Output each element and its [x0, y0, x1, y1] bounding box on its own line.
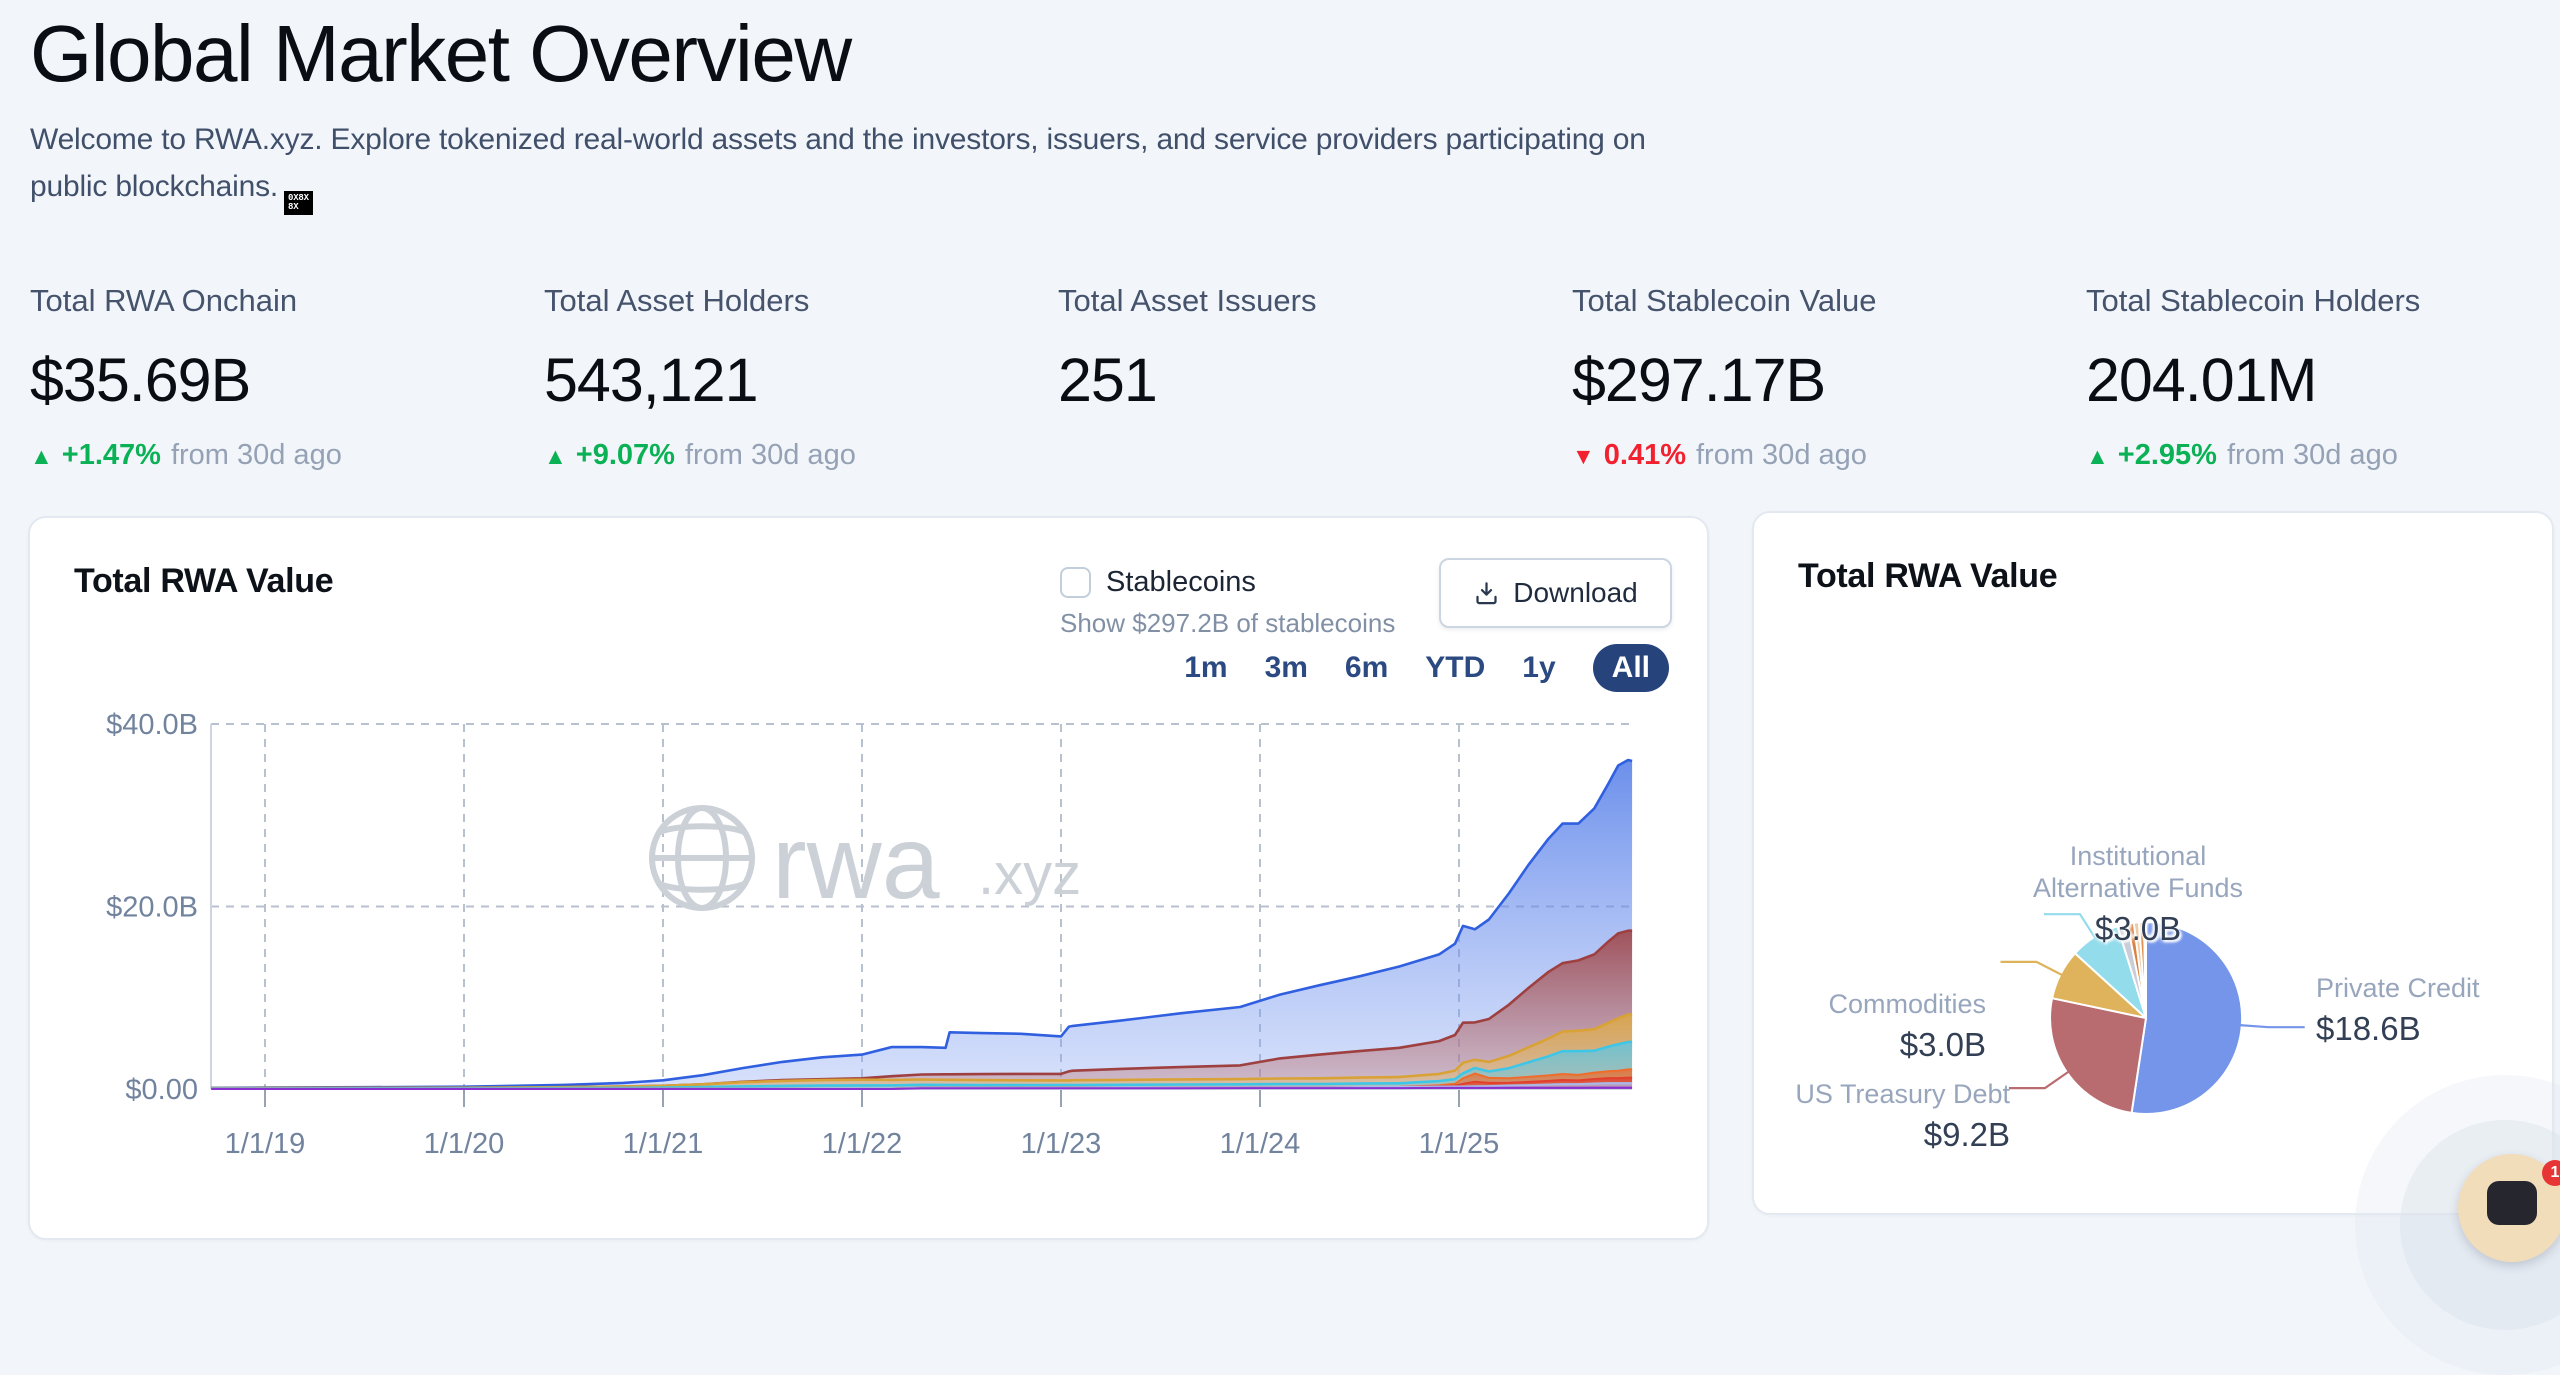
- missing-glyph-icon: 0X8X8X: [284, 191, 313, 215]
- svg-text:$40.0B: $40.0B: [106, 709, 198, 741]
- stat-total-asset-holders: Total Asset Holders 543,121 ▲+9.07%from …: [544, 283, 1058, 472]
- stablecoins-checkbox-label[interactable]: Stablecoins: [1106, 566, 1256, 599]
- svg-text:1/1/24: 1/1/24: [1220, 1128, 1301, 1160]
- stat-label: Total Stablecoin Holders: [2086, 283, 2560, 319]
- rwa-xyz-watermark: rwa .xyz: [652, 805, 1081, 921]
- svg-text:1/1/20: 1/1/20: [424, 1128, 505, 1160]
- stat-label: Total Stablecoin Value: [1572, 283, 2086, 319]
- stats-row: Total RWA Onchain $35.69B ▲+1.47%from 30…: [30, 283, 2560, 472]
- pie-label-private-credit: Private Credit $18.6B: [2316, 973, 2480, 1049]
- stat-delta: ▼0.41%from 30d ago: [1572, 439, 2086, 472]
- stablecoins-toggle: Stablecoins Show $297.2B of stablecoins: [1060, 566, 1395, 639]
- page-subtitle: Welcome to RWA.xyz. Explore tokenized re…: [30, 116, 1646, 215]
- pie-label-institutional-alternative-funds: Institutional Alternative Funds $3.0B: [2024, 841, 2252, 949]
- stat-total-rwa-onchain: Total RWA Onchain $35.69B ▲+1.47%from 30…: [30, 283, 544, 472]
- stat-delta: ▲+2.95%from 30d ago: [2086, 439, 2560, 472]
- area-card-title: Total RWA Value: [74, 562, 333, 601]
- delta-arrow-icon: ▲: [30, 443, 53, 469]
- stat-total-asset-issuers: Total Asset Issuers 251: [1058, 283, 1572, 472]
- stat-label: Total Asset Holders: [544, 283, 1058, 319]
- stat-label: Total Asset Issuers: [1058, 283, 1572, 319]
- svg-text:$20.0B: $20.0B: [106, 892, 198, 924]
- pie-label-commodities: Commodities $3.0B: [1772, 989, 1986, 1065]
- delta-arrow-icon: ▼: [1572, 443, 1595, 469]
- page-subtitle-line2: public blockchains.: [30, 170, 278, 203]
- stat-delta: ▲+9.07%from 30d ago: [544, 439, 1058, 472]
- svg-text:1/1/25: 1/1/25: [1419, 1128, 1500, 1160]
- watermark-word: rwa: [772, 805, 940, 921]
- total-rwa-value-area-card: Total RWA Value Stablecoins Show $297.2B…: [28, 516, 1709, 1240]
- chart-grid: 1/1/19 1/1/20 1/1/21 1/1/22 1/1/23 1/1/24 1/1/…: [106, 709, 1632, 1160]
- chat-icon: [2487, 1181, 2537, 1225]
- stablecoins-sub-label: Show $297.2B of stablecoins: [1060, 608, 1395, 639]
- stat-delta: ▲+1.47%from 30d ago: [30, 439, 544, 472]
- stat-value: 251: [1058, 345, 1572, 415]
- download-button[interactable]: Download: [1439, 558, 1672, 628]
- page-header: Global Market Overview Welcome to RWA.xy…: [30, 8, 1646, 215]
- delta-arrow-icon: ▲: [2086, 443, 2109, 469]
- chat-widget[interactable]: 1: [2350, 1060, 2560, 1200]
- pie-label-us-treasury-debt: US Treasury Debt $9.2B: [1762, 1079, 2010, 1155]
- stat-value: $35.69B: [30, 345, 544, 415]
- page-title: Global Market Overview: [30, 8, 1646, 100]
- stat-total-stablecoin-value: Total Stablecoin Value $297.17B ▼0.41%fr…: [1572, 283, 2086, 472]
- svg-text:1/1/19: 1/1/19: [225, 1128, 306, 1160]
- total-rwa-value-area-chart[interactable]: 1/1/19 1/1/20 1/1/21 1/1/22 1/1/23 1/1/24 1/1/…: [30, 660, 1707, 1205]
- svg-text:1/1/22: 1/1/22: [822, 1128, 903, 1160]
- page-subtitle-line1: Welcome to RWA.xyz. Explore tokenized re…: [30, 123, 1646, 156]
- download-button-label: Download: [1513, 577, 1638, 609]
- stat-value: 204.01M: [2086, 345, 2560, 415]
- stablecoins-checkbox[interactable]: [1060, 567, 1091, 598]
- svg-text:1/1/21: 1/1/21: [623, 1128, 704, 1160]
- svg-text:$0.00: $0.00: [125, 1074, 198, 1106]
- svg-text:1/1/23: 1/1/23: [1021, 1128, 1102, 1160]
- watermark-tld: .xyz: [978, 842, 1081, 907]
- stat-value: 543,121: [544, 345, 1058, 415]
- download-icon: [1473, 580, 1500, 607]
- stat-total-stablecoin-holders: Total Stablecoin Holders 204.01M ▲+2.95%…: [2086, 283, 2560, 472]
- stat-value: $297.17B: [1572, 345, 2086, 415]
- stat-label: Total RWA Onchain: [30, 283, 544, 319]
- delta-arrow-icon: ▲: [544, 443, 567, 469]
